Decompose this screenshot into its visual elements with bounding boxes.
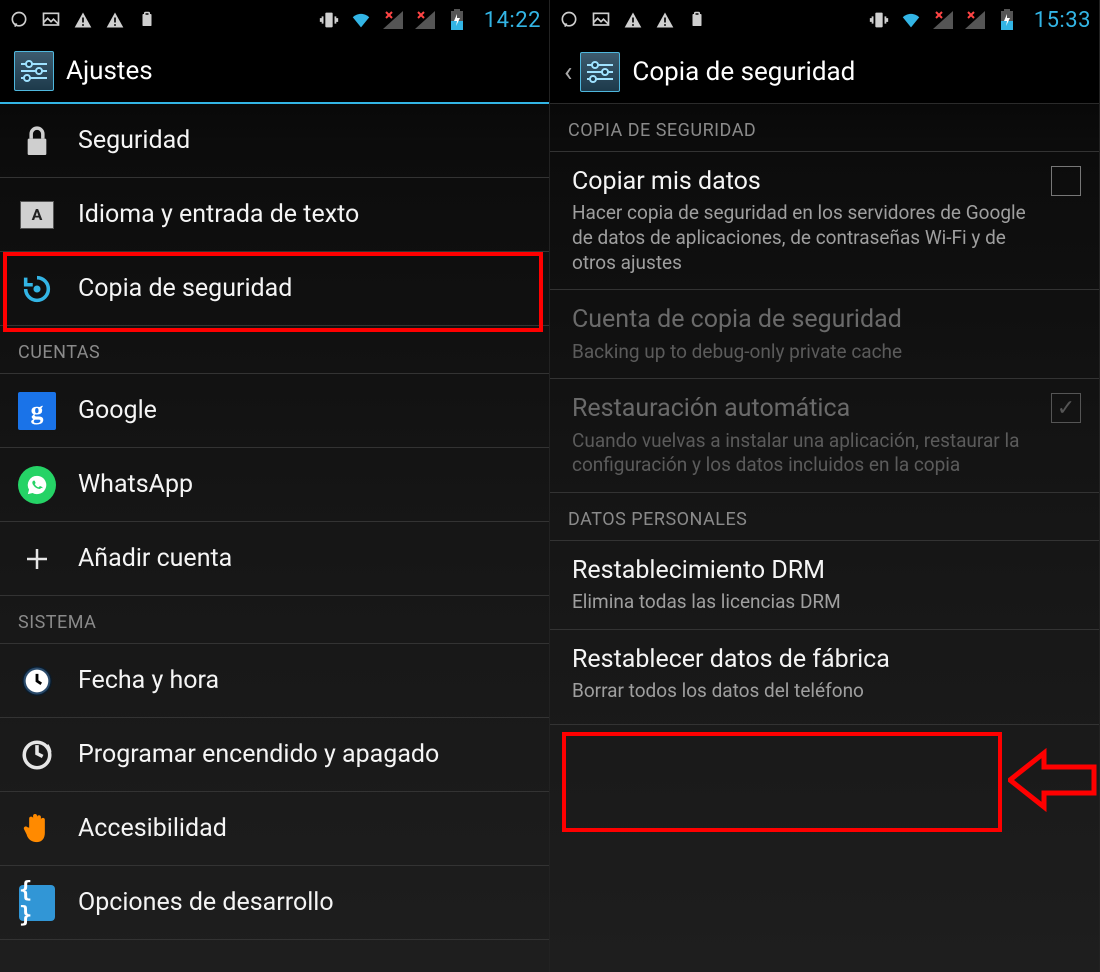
row-label: Seguridad: [78, 125, 531, 156]
row-factory-reset[interactable]: Restablecer datos de fábrica Borrar todo…: [550, 630, 1099, 725]
section-system: SISTEMA: [0, 596, 549, 644]
backup-screen: 15:33 ‹ Copia de seguridad COPIA DE SEGU…: [550, 0, 1100, 972]
keyboard-icon: A: [18, 196, 56, 234]
warning-icon: [72, 9, 94, 31]
clock-icon: [18, 662, 56, 700]
row-label: Google: [78, 395, 531, 426]
whatsapp-notif-icon: [8, 9, 30, 31]
signal-1-icon: [382, 9, 404, 31]
section-accounts: CUENTAS: [0, 326, 549, 374]
row-label: Copiar mis datos: [572, 166, 1051, 197]
row-language[interactable]: A Idioma y entrada de texto: [0, 178, 549, 252]
vibrate-icon: [318, 9, 340, 31]
row-label: Fecha y hora: [78, 665, 531, 696]
google-icon: g: [18, 392, 56, 430]
row-label: Restablecimiento DRM: [572, 555, 1081, 586]
row-whatsapp[interactable]: WhatsApp: [0, 448, 549, 522]
row-backup[interactable]: Copia de seguridad: [0, 252, 549, 326]
row-sub: Cuando vuelvas a instalar una aplicación…: [572, 429, 1051, 478]
row-drm[interactable]: Restablecimiento DRM Elimina todas las l…: [550, 541, 1099, 630]
warning-icon-2: [104, 9, 126, 31]
row-label: Accesibilidad: [78, 813, 531, 844]
checkbox-unchecked[interactable]: [1051, 166, 1081, 196]
whatsapp-icon: [18, 466, 56, 504]
dev-options-icon: { }: [18, 884, 56, 922]
battery-charging-icon: [446, 9, 468, 31]
section-personal: DATOS PERSONALES: [550, 493, 1099, 541]
highlight-factory-row: [562, 732, 1002, 832]
plus-icon: [18, 540, 56, 578]
status-bar: 14:22: [0, 0, 549, 40]
row-auto-restore: Restauración automática Cuando vuelvas a…: [550, 379, 1099, 493]
status-bar: 15:33: [550, 0, 1099, 40]
hand-icon: [18, 810, 56, 848]
row-google[interactable]: g Google: [0, 374, 549, 448]
signal-1-icon: [932, 9, 954, 31]
signal-2-icon: [964, 9, 986, 31]
title-bar: Ajustes: [0, 40, 549, 104]
settings-screen: 14:22 Ajustes Seguridad: [0, 0, 550, 972]
row-label: Idioma y entrada de texto: [78, 199, 531, 230]
row-sub: Backing up to debug-only private cache: [572, 340, 1081, 365]
status-time: 15:33: [1034, 8, 1091, 33]
power-schedule-icon: [18, 736, 56, 774]
row-backup-account: Cuenta de copia de seguridad Backing up …: [550, 290, 1099, 379]
row-label: Opciones de desarrollo: [78, 887, 531, 918]
clipboard-icon: [686, 9, 708, 31]
battery-charging-icon: [996, 9, 1018, 31]
wifi-icon: [900, 9, 922, 31]
status-time: 14:22: [484, 8, 541, 33]
row-datetime[interactable]: Fecha y hora: [0, 644, 549, 718]
lock-icon: [18, 122, 56, 160]
row-copy-data[interactable]: Copiar mis datos Hacer copia de segurida…: [550, 152, 1099, 290]
image-notif-icon: [590, 9, 612, 31]
warning-icon-2: [654, 9, 676, 31]
restore-icon: [18, 270, 56, 308]
row-sub: Elimina todas las licencias DRM: [572, 590, 1081, 615]
row-label: Copia de seguridad: [78, 273, 531, 304]
image-notif-icon: [40, 9, 62, 31]
row-label: Cuenta de copia de seguridad: [572, 304, 1081, 335]
page-title: Copia de seguridad: [632, 57, 855, 87]
row-security[interactable]: Seguridad: [0, 104, 549, 178]
page-title: Ajustes: [66, 56, 153, 86]
row-schedule-power[interactable]: Programar encendido y apagado: [0, 718, 549, 792]
warning-icon: [622, 9, 644, 31]
clipboard-icon: [136, 9, 158, 31]
row-label: Restauración automática: [572, 393, 1051, 424]
vibrate-icon: [868, 9, 890, 31]
row-add-account[interactable]: Añadir cuenta: [0, 522, 549, 596]
title-bar[interactable]: ‹ Copia de seguridad: [550, 40, 1099, 104]
settings-icon: [580, 52, 620, 92]
row-sub: Hacer copia de seguridad en los servidor…: [572, 201, 1051, 275]
row-label: WhatsApp: [78, 469, 531, 500]
arrow-icon: [1008, 745, 1098, 819]
row-dev-options[interactable]: { } Opciones de desarrollo: [0, 866, 549, 940]
row-label: Programar encendido y apagado: [78, 739, 531, 770]
checkbox-checked-disabled: ✓: [1051, 393, 1081, 423]
row-accessibility[interactable]: Accesibilidad: [0, 792, 549, 866]
section-backup: COPIA DE SEGURIDAD: [550, 104, 1099, 152]
settings-icon: [14, 51, 54, 91]
row-label: Restablecer datos de fábrica: [572, 644, 1081, 675]
row-sub: Borrar todos los datos del teléfono: [572, 679, 1081, 704]
signal-2-icon: [414, 9, 436, 31]
back-icon: ‹: [564, 55, 572, 88]
wifi-icon: [350, 9, 372, 31]
whatsapp-notif-icon: [558, 9, 580, 31]
row-label: Añadir cuenta: [78, 543, 531, 574]
